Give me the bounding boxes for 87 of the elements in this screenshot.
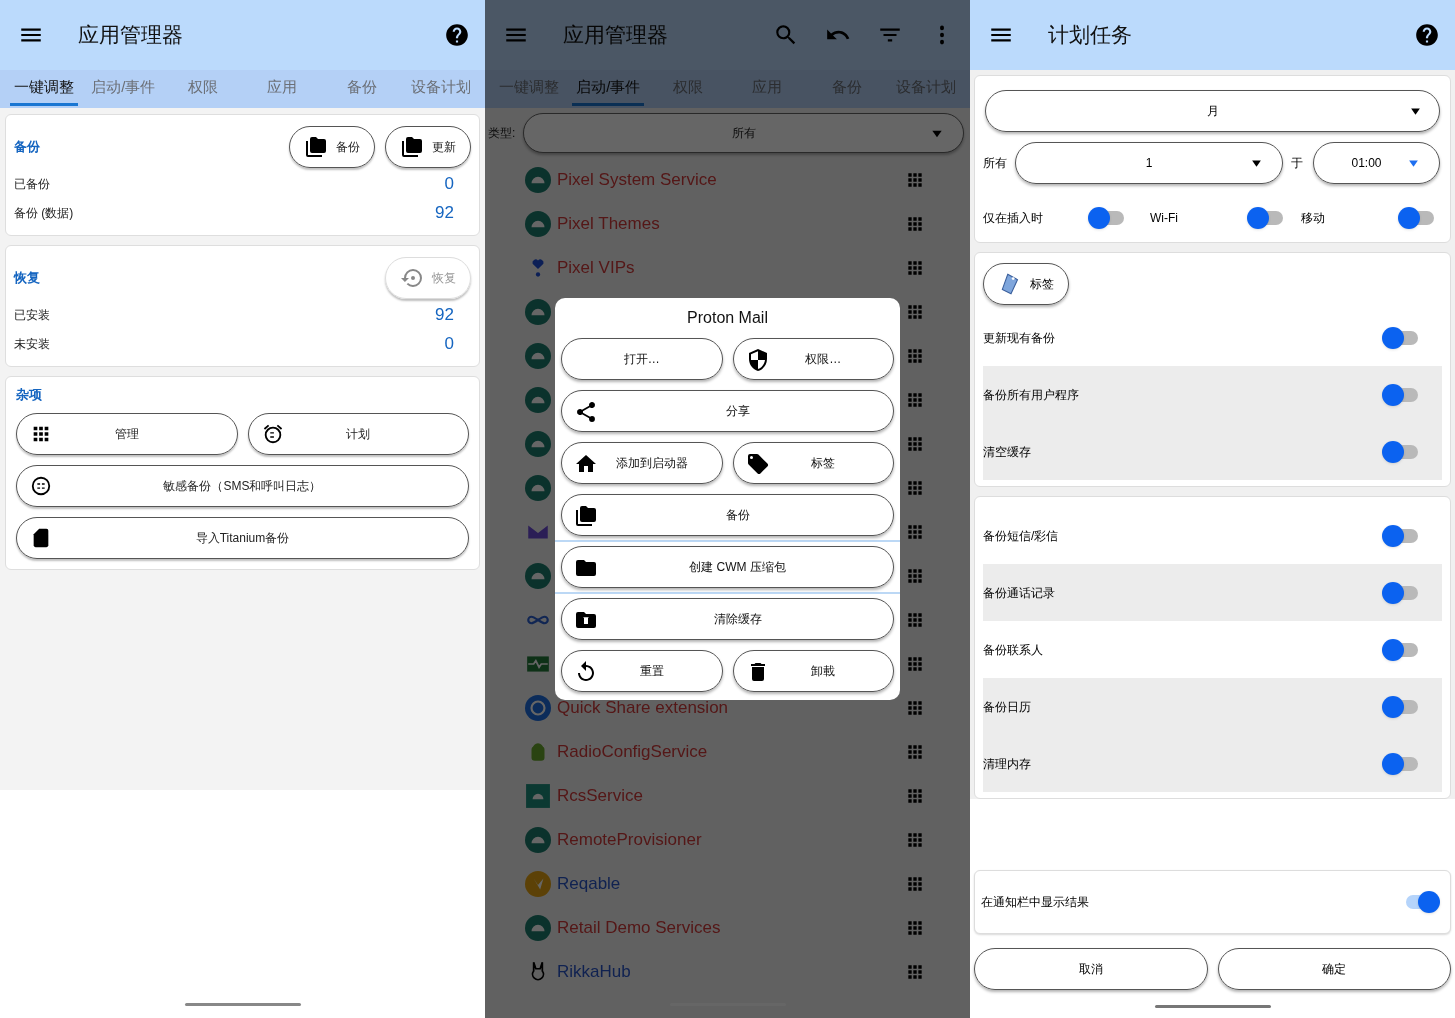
toggle-switch[interactable] (1088, 206, 1126, 230)
android-icon (525, 167, 551, 193)
filter-label: 类型: (488, 125, 516, 142)
stat-label: 未安装 (14, 335, 51, 353)
apps-grid-icon (905, 654, 925, 674)
stat-label: 已备份 (14, 175, 51, 193)
toggle-switch[interactable] (1382, 637, 1420, 662)
toggle-switch[interactable] (1382, 325, 1420, 350)
apps-grid-icon (905, 522, 925, 542)
screen-title: 计划任务 (1048, 22, 1133, 49)
help-button[interactable] (443, 21, 471, 49)
section-heading: 恢复 (14, 269, 41, 288)
tab[interactable]: 一键调整 (4, 70, 84, 108)
apps-grid-icon (905, 478, 925, 498)
apps-grid-icon (905, 170, 925, 190)
stat-label: 已安装 (14, 306, 51, 324)
apps-grid-icon (905, 786, 925, 806)
toggle-switch[interactable] (1382, 382, 1420, 407)
folders-icon (574, 504, 598, 528)
apps-grid-icon (905, 390, 925, 410)
field-label: 于 (1291, 155, 1303, 172)
android-icon (525, 211, 551, 237)
apps-grid-icon (905, 918, 925, 938)
apps-grid-icon (905, 610, 925, 630)
stat-label: 备份 (数据) (14, 204, 75, 222)
apps-grid-icon (905, 214, 925, 234)
screen-title: 应用管理器 (78, 22, 184, 49)
help-icon (444, 22, 470, 48)
stat-value: 0 (444, 332, 454, 355)
field-label: 所有 (983, 155, 1007, 172)
option-label: 备份日历 (983, 698, 1031, 716)
android-icon (525, 431, 551, 457)
stat-value: 92 (435, 201, 454, 224)
folders-icon (400, 135, 424, 159)
toggle-label: 仅在插入时 (983, 210, 1043, 227)
section-heading: 杂项 (16, 386, 43, 404)
toggle-switch[interactable] (1382, 580, 1420, 605)
circle-symbol-icon (30, 474, 52, 497)
apps-grid-icon (905, 302, 925, 322)
apps-grid-icon (905, 434, 925, 454)
stat-value: 0 (444, 172, 454, 195)
apps-grid-icon (905, 874, 925, 894)
dialog-title: Proton Mail (686, 308, 769, 328)
android-icon (525, 475, 551, 501)
apps-grid-icon (905, 742, 925, 762)
android-icon (525, 387, 551, 413)
bird-circle-icon (525, 871, 551, 897)
toggle-label: Wi-Fi (1150, 210, 1178, 227)
toggle-switch[interactable] (1382, 751, 1420, 776)
toggle-switch[interactable] (1382, 694, 1420, 719)
screen-title: 应用管理器 (563, 22, 669, 49)
option-label: 备份联系人 (983, 641, 1043, 659)
apps-grid-icon (905, 698, 925, 718)
android-icon (525, 343, 551, 369)
option-label: 备份短信/彩信 (983, 527, 1059, 545)
option-label: 清空缓存 (983, 443, 1031, 461)
alarm-clock-icon (261, 422, 284, 445)
android-icon (525, 299, 551, 325)
stat-value: 92 (435, 303, 454, 326)
apps-grid-icon (905, 962, 925, 982)
square-app-icon (525, 783, 551, 809)
android-icon (525, 563, 551, 589)
option-label: 备份通话记录 (983, 584, 1055, 602)
restore-icon (400, 266, 424, 290)
apps-grid-icon (905, 566, 925, 586)
folders-icon (304, 135, 328, 159)
more-icon (939, 25, 945, 45)
toggle-switch[interactable] (1247, 206, 1285, 230)
share-circle-icon (525, 695, 551, 721)
android-icon (525, 915, 551, 941)
android-icon (525, 827, 551, 853)
share-icon (574, 400, 598, 424)
toggle-label: 移动 (1301, 210, 1325, 227)
toggle-switch[interactable] (1382, 523, 1420, 548)
tag-icon (745, 452, 770, 476)
option-label: 清理内存 (983, 755, 1031, 773)
apps-grid-icon (905, 346, 925, 366)
option-label: 备份所有用户程序 (983, 386, 1079, 404)
help-icon (1414, 22, 1440, 48)
help-button[interactable] (1413, 21, 1441, 49)
toggle-switch[interactable] (1398, 206, 1436, 230)
option-label: 更新现有备份 (983, 329, 1055, 347)
apps-grid-icon (905, 258, 925, 278)
toggle-switch[interactable] (1382, 439, 1420, 464)
section-heading: 备份 (14, 138, 41, 157)
option-label: 在通知栏中显示结果 (981, 894, 1089, 911)
apps-grid-icon (905, 830, 925, 850)
